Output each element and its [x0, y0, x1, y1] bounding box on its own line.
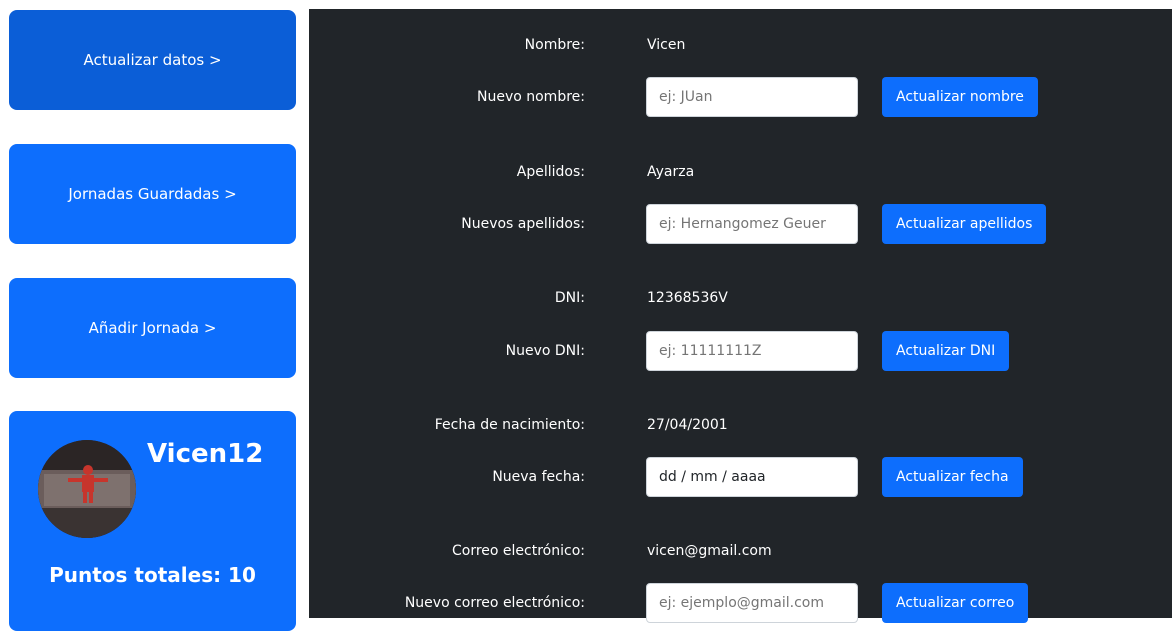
new-email-row: Nuevo correo electrónico: Actualizar cor…	[309, 583, 1172, 623]
saved-workdays-label: Jornadas Guardadas >	[68, 185, 237, 203]
new-surname-label: Nuevos apellidos:	[461, 216, 585, 232]
update-surname-button[interactable]: Actualizar apellidos	[882, 204, 1047, 244]
current-name-row: Nombre: Vicen	[309, 25, 1172, 65]
current-email-row: Correo electrónico: vicen@gmail.com	[309, 531, 1172, 571]
new-surname-row: Nuevos apellidos: Actualizar apellidos	[309, 204, 1172, 244]
new-name-input[interactable]	[646, 77, 858, 117]
profile-points: Puntos totales: 10	[49, 563, 256, 587]
current-dni-row: DNI: 12368536V	[309, 278, 1172, 318]
current-dni-label: DNI:	[554, 290, 585, 306]
current-surname-row: Apellidos: Ayarza	[309, 152, 1172, 192]
current-surname-label: Apellidos:	[516, 164, 585, 180]
current-email-label: Correo electrónico:	[452, 543, 585, 559]
current-surname-value: Ayarza	[647, 164, 695, 180]
new-birthdate-row: Nueva fecha: dd / mm / aaaa Actualizar f…	[309, 457, 1172, 497]
add-workday-button[interactable]: Añadir Jornada >	[9, 278, 296, 378]
update-data-label: Actualizar datos >	[83, 51, 222, 69]
current-birthdate-value: 27/04/2001	[647, 417, 728, 433]
new-name-row: Nuevo nombre: Actualizar nombre	[309, 77, 1172, 117]
update-data-button[interactable]: Actualizar datos >	[9, 10, 296, 110]
date-placeholder: dd / mm / aaaa	[659, 469, 766, 485]
saved-workdays-button[interactable]: Jornadas Guardadas >	[9, 144, 296, 244]
update-email-button[interactable]: Actualizar correo	[882, 583, 1029, 623]
avatar	[38, 440, 136, 538]
current-birthdate-row: Fecha de nacimiento: 27/04/2001	[309, 405, 1172, 445]
update-data-panel: Nombre: Vicen Nuevo nombre: Actualizar n…	[309, 9, 1172, 623]
profile-card: Vicen12 Puntos totales: 10	[9, 411, 296, 631]
current-birthdate-label: Fecha de nacimiento:	[434, 417, 585, 433]
add-workday-label: Añadir Jornada >	[88, 319, 217, 337]
new-dni-input[interactable]	[646, 331, 858, 371]
update-dni-button[interactable]: Actualizar DNI	[882, 331, 1010, 371]
sidebar: Actualizar datos > Jornadas Guardadas > …	[0, 0, 304, 631]
new-birthdate-label: Nueva fecha:	[492, 469, 585, 485]
new-email-input[interactable]	[646, 583, 858, 623]
profile-username: Vicen12	[147, 439, 264, 469]
new-dni-row: Nuevo DNI: Actualizar DNI	[309, 331, 1172, 371]
new-email-label: Nuevo correo electrónico:	[404, 595, 585, 611]
new-dni-label: Nuevo DNI:	[505, 343, 585, 359]
current-dni-value: 12368536V	[647, 290, 728, 306]
current-name-value: Vicen	[647, 37, 686, 53]
update-name-button[interactable]: Actualizar nombre	[882, 77, 1038, 117]
new-surname-input[interactable]	[646, 204, 858, 244]
new-birthdate-input[interactable]: dd / mm / aaaa	[646, 457, 858, 497]
avatar-image	[38, 440, 136, 538]
current-name-label: Nombre:	[524, 37, 585, 53]
new-name-label: Nuevo nombre:	[476, 89, 585, 105]
update-birthdate-button[interactable]: Actualizar fecha	[882, 457, 1023, 497]
current-email-value: vicen@gmail.com	[647, 543, 772, 559]
